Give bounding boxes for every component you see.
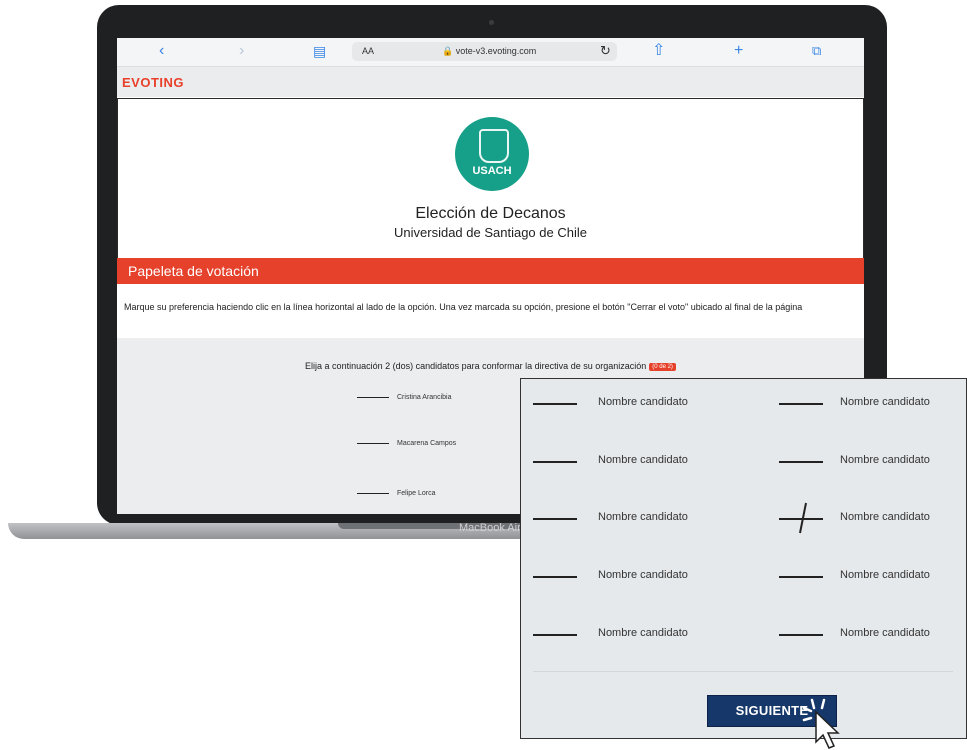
vote-line[interactable] — [779, 461, 823, 463]
choose-text: Elija a continuación 2 (dos) candidatos … — [305, 361, 647, 371]
url-value: vote-v3.evoting.com — [455, 46, 537, 56]
instructions: Marque su preferencia haciendo clic en l… — [124, 302, 803, 312]
election-subtitle: Universidad de Santiago de Chile — [394, 225, 587, 240]
browser-toolbar: ‹ › ▤ AA 🔒 vote-v3.evoting.com ↻ ⇧ + ⧉ — [117, 38, 864, 67]
url-text: 🔒 vote-v3.evoting.com — [442, 46, 536, 57]
book-icon[interactable]: ▤ — [313, 42, 326, 60]
vote-line[interactable] — [533, 461, 577, 463]
candidate-name: Cristina Arancibia — [397, 394, 452, 401]
vote-line[interactable] — [533, 403, 577, 405]
tabs-icon[interactable]: ⧉ — [812, 42, 821, 60]
shield-icon — [479, 129, 509, 163]
share-icon[interactable]: ⇧ — [652, 42, 665, 60]
usach-logo: USACH — [455, 117, 529, 191]
divider — [533, 671, 953, 672]
candidate-name: Nombre candidato — [598, 511, 688, 523]
candidate-name: Felipe Lorca — [397, 490, 436, 497]
candidate-name: Nombre candidato — [840, 511, 930, 523]
choose-instruction: Elija a continuación 2 (dos) candidatos … — [117, 361, 864, 371]
election-title: Elección de Decanos — [415, 205, 566, 222]
laptop-model-label: MacBook Air — [459, 522, 521, 534]
ballot-header: Papeleta de votación — [117, 258, 864, 284]
candidate-name: Nombre candidato — [840, 569, 930, 581]
candidate-name: Nombre candidato — [840, 454, 930, 466]
reader-aa-button[interactable]: AA — [362, 46, 374, 56]
camera-icon — [489, 20, 494, 25]
candidate-name: Nombre candidato — [598, 569, 688, 581]
vote-line[interactable] — [533, 576, 577, 578]
site-header: EVOTING — [117, 67, 864, 97]
candidate-name: Nombre candidato — [598, 454, 688, 466]
address-bar[interactable]: AA 🔒 vote-v3.evoting.com ↻ — [352, 42, 617, 61]
zoomed-ballot-panel: Nombre candidato Nombre candidato Nombre… — [520, 378, 967, 739]
vote-line[interactable] — [357, 442, 389, 444]
candidate-name: Nombre candidato — [598, 396, 688, 408]
candidate-option[interactable]: Macarena Campos — [357, 440, 456, 447]
vote-line[interactable] — [779, 576, 823, 578]
reload-icon[interactable]: ↻ — [600, 43, 611, 59]
candidate-name: Nombre candidato — [840, 627, 930, 639]
chevron-right-icon[interactable]: › — [239, 42, 244, 60]
candidate-option[interactable]: Cristina Arancibia — [357, 394, 451, 401]
vote-line[interactable] — [779, 403, 823, 405]
ballot-header-text: Papeleta de votación — [128, 263, 259, 279]
election-card: USACH Elección de Decanos Universidad de… — [117, 98, 864, 259]
lock-icon: 🔒 — [442, 46, 454, 56]
candidate-name: Nombre candidato — [840, 396, 930, 408]
usach-logo-text: USACH — [472, 165, 512, 177]
candidate-name: Nombre candidato — [598, 627, 688, 639]
vote-mark-icon — [799, 502, 807, 534]
evoting-logo: EVOTING — [122, 75, 185, 90]
chevron-left-icon[interactable]: ‹ — [159, 42, 164, 60]
candidate-name: Macarena Campos — [397, 440, 457, 447]
vote-line[interactable] — [533, 518, 577, 520]
selection-count-badge: (0 de 2) — [649, 362, 676, 371]
vote-line[interactable] — [357, 492, 389, 494]
vote-line[interactable] — [533, 634, 577, 636]
vote-line[interactable] — [357, 396, 389, 398]
hand-pointer-icon — [802, 698, 840, 749]
candidate-option[interactable]: Felipe Lorca — [357, 490, 436, 497]
plus-icon[interactable]: + — [734, 42, 743, 60]
vote-line[interactable] — [779, 634, 823, 636]
